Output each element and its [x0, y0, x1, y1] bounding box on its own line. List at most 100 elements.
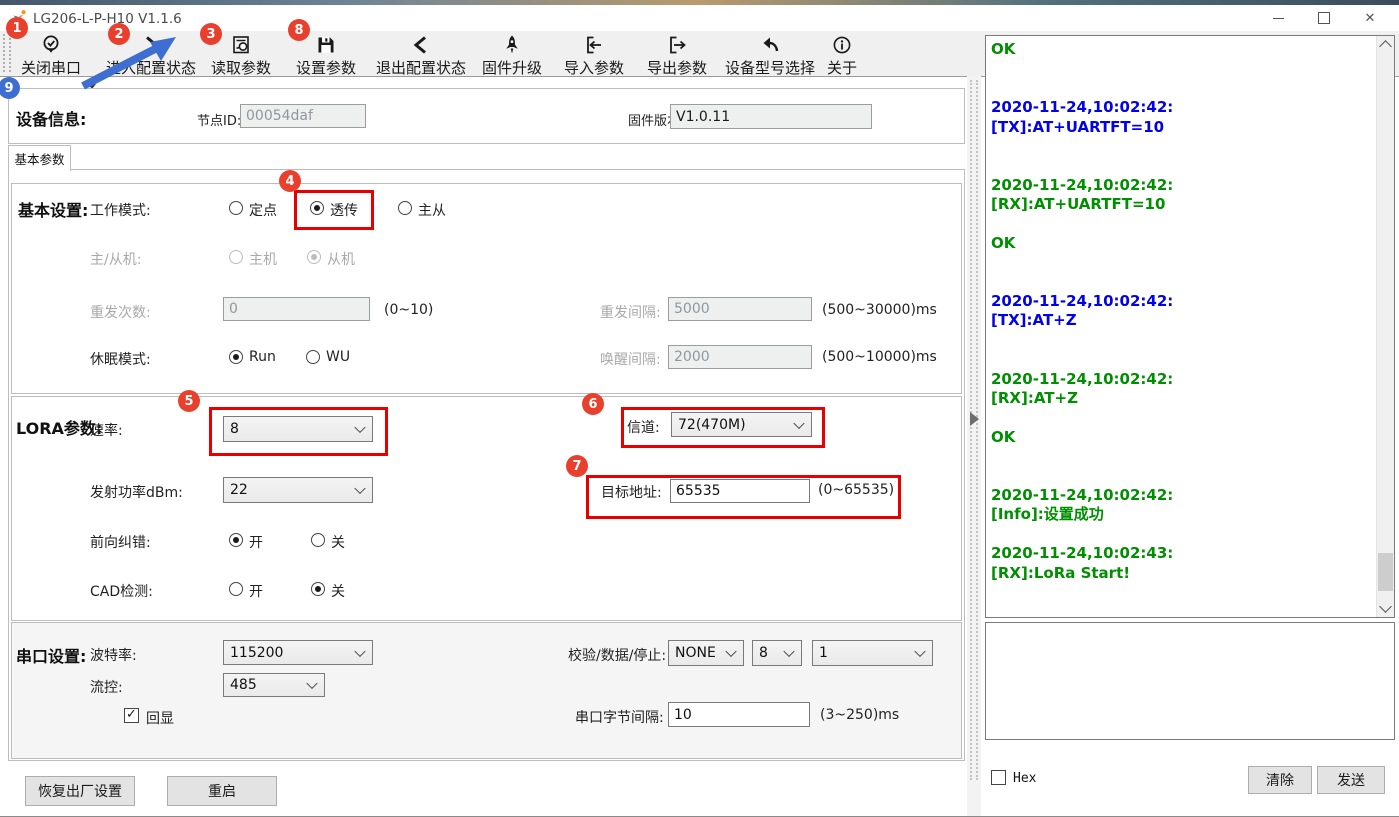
undo-arrow-icon — [724, 33, 816, 56]
basic-settings-group — [11, 183, 962, 394]
flow-select[interactable]: 485 — [223, 673, 325, 697]
toolbar-import-params[interactable]: 导入参数 — [563, 33, 625, 78]
byte-interval-input[interactable]: 10 — [668, 702, 810, 727]
work-mode-radio-masterslave[interactable] — [398, 201, 412, 215]
toolbar-export-params[interactable]: 导出参数 — [646, 33, 708, 78]
log-line: 2020-11-24,10:02:42: — [991, 370, 1361, 389]
toolbar-exit-config[interactable]: 退出配置状态 — [375, 33, 467, 78]
log-line — [991, 215, 1361, 234]
factory-reset-button[interactable]: 恢复出厂设置 — [25, 776, 135, 806]
panel-splitter[interactable] — [967, 76, 981, 816]
chevron-left-icon — [375, 33, 467, 56]
send-input[interactable] — [985, 622, 1395, 740]
info-icon — [826, 33, 858, 56]
sleep-mode-radio-run[interactable] — [229, 350, 243, 364]
log-line: 2020-11-24,10:02:42: — [991, 292, 1361, 311]
tx-power-label: 发射功率dBm: — [90, 482, 183, 502]
minimize-button[interactable] — [1255, 5, 1301, 31]
stopbits-select[interactable]: 1 — [812, 640, 933, 666]
baud-label: 波特率: — [90, 645, 137, 665]
cad-radio-on[interactable] — [229, 582, 243, 596]
resend-interval-hint: (500~30000)ms — [822, 302, 937, 318]
chevron-down-icon — [354, 483, 365, 494]
sleep-mode-option-run: Run — [249, 349, 276, 365]
slave-radio — [307, 250, 321, 264]
log-line: OK — [991, 428, 1361, 447]
chevron-down-icon — [725, 646, 736, 657]
log-line: 2020-11-24,10:02:42: — [991, 486, 1361, 505]
hex-checkbox[interactable] — [991, 770, 1006, 785]
toolbar-gripper[interactable] — [3, 34, 11, 72]
reboot-button[interactable]: 重启 — [167, 776, 277, 806]
master-option: 主机 — [249, 249, 277, 269]
tab-basic-params[interactable]: 基本参数 — [8, 145, 71, 171]
app-window: LG206-L-P-H10 V1.1.6 ✕ 关闭串口 进入配置状 — [0, 0, 1399, 817]
chevron-down-icon — [354, 645, 365, 656]
callout-badge-5: 5 — [178, 390, 200, 412]
work-mode-radio-fixed[interactable] — [229, 201, 243, 215]
toolbar-about[interactable]: 关于 — [826, 33, 858, 78]
toolbar-firmware-upgrade[interactable]: 固件升级 — [481, 33, 543, 78]
log-line: [TX]:AT+Z — [991, 311, 1361, 330]
rate-label: 速率: — [90, 420, 123, 440]
parity-select[interactable]: NONE — [668, 640, 744, 666]
log-line: OK — [991, 40, 1361, 59]
maximize-button[interactable] — [1301, 5, 1347, 31]
baud-select[interactable]: 115200 — [223, 640, 373, 665]
log-line — [991, 447, 1361, 466]
close-button[interactable]: ✕ — [1347, 5, 1393, 31]
firmware-field: V1.0.11 — [670, 104, 872, 129]
fec-radio-off[interactable] — [311, 533, 325, 547]
toolbar-set-params[interactable]: 设置参数 — [295, 33, 357, 78]
work-mode-option-masterslave: 主从 — [418, 200, 446, 220]
window-title: LG206-L-P-H10 V1.1.6 — [33, 11, 182, 27]
node-id-field: 00054daf — [240, 104, 366, 128]
parity-label: 校验/数据/停止: — [568, 645, 666, 665]
scrollbar-thumb[interactable] — [1378, 553, 1393, 591]
log-line — [991, 467, 1361, 486]
databits-select[interactable]: 8 — [752, 640, 802, 666]
log-line — [991, 79, 1361, 98]
log-line — [991, 253, 1361, 272]
fec-option-on: 开 — [249, 532, 263, 552]
log-line: 2020-11-24,10:02:42: — [991, 176, 1361, 195]
flow-label: 流控: — [90, 677, 123, 697]
callout-badge-2: 2 — [108, 23, 130, 45]
log-scrollbar[interactable] — [1376, 36, 1394, 617]
chevron-down-icon — [306, 678, 317, 689]
log-line: 2020-11-24,10:02:42: — [991, 98, 1361, 117]
log-line — [991, 137, 1361, 156]
log-line: [RX]:AT+Z — [991, 389, 1361, 408]
log-line — [991, 273, 1361, 292]
log-lines: OK 2020-11-24,10:02:42:[TX]:AT+UARTFT=10… — [991, 40, 1361, 583]
callout-badge-8: 8 — [288, 19, 310, 41]
send-button[interactable]: 发送 — [1317, 766, 1385, 794]
echo-checkbox[interactable]: ✓ — [124, 708, 139, 723]
sleep-mode-radio-wu[interactable] — [306, 350, 320, 364]
cad-radio-off[interactable] — [311, 582, 325, 596]
cad-option-on: 开 — [249, 581, 263, 601]
log-line: [RX]:LoRa Start! — [991, 564, 1361, 583]
slave-option: 从机 — [327, 249, 355, 269]
master-slave-label: 主/从机: — [90, 249, 141, 269]
wake-interval-field: 2000 — [668, 345, 812, 369]
splitter-grip — [970, 80, 978, 780]
toolbar-device-model-select[interactable]: 设备型号选择 — [724, 33, 816, 78]
highlight-work-mode — [294, 190, 374, 230]
log-line: [RX]:AT+UARTFT=10 — [991, 195, 1361, 214]
scroll-up-icon[interactable] — [1379, 40, 1392, 53]
highlight-rate — [209, 407, 388, 456]
scroll-down-icon[interactable] — [1379, 600, 1392, 613]
panel-expand-arrow-icon[interactable] — [970, 412, 979, 426]
byte-interval-hint: (3~250)ms — [820, 707, 899, 723]
callout-badge-1: 1 — [6, 17, 28, 39]
window-controls: ✕ — [1255, 5, 1393, 31]
tx-power-select[interactable]: 22 — [223, 477, 373, 503]
work-mode-label: 工作模式: — [90, 200, 151, 220]
clear-button[interactable]: 清除 — [1248, 766, 1312, 794]
serial-title: 串口设置: — [16, 643, 86, 667]
sleep-mode-option-wu: WU — [326, 349, 350, 365]
wake-interval-label: 唤醒间隔: — [600, 349, 661, 369]
log-line: [Info]:设置成功 — [991, 505, 1361, 524]
fec-radio-on[interactable] — [229, 533, 243, 547]
